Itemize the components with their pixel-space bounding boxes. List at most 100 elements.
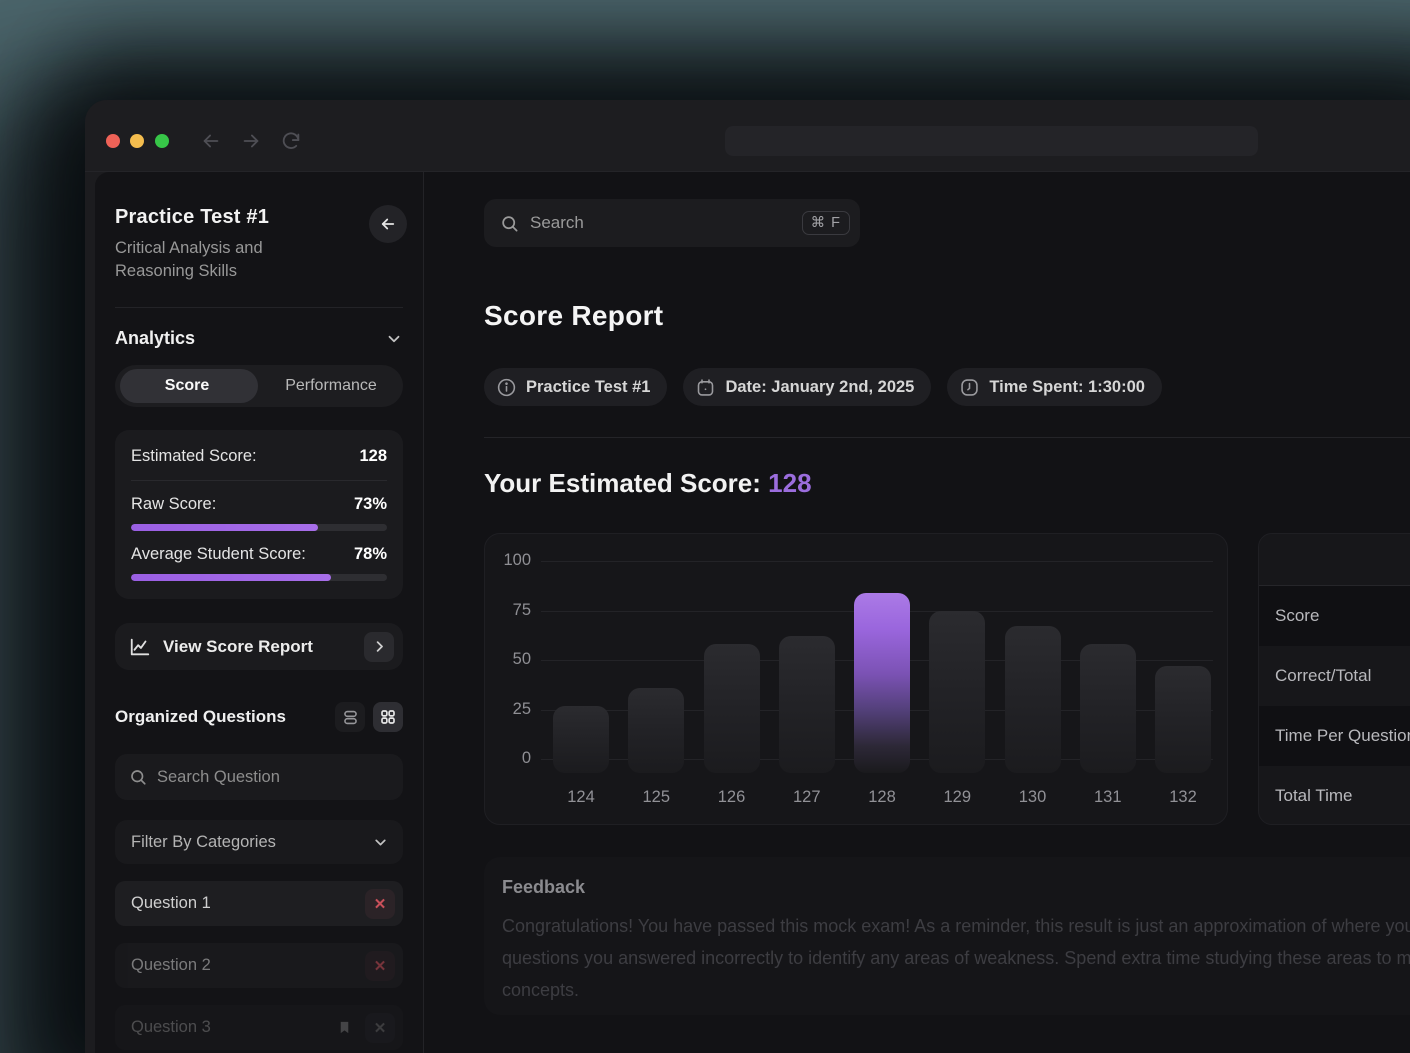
- sidebar-test-title: Practice Test #1: [115, 206, 403, 229]
- question-search-input[interactable]: [157, 768, 389, 787]
- arrow-left-icon: [379, 215, 397, 233]
- badge-label: Time Spent: 1:30:00: [989, 378, 1145, 397]
- card-divider: [131, 480, 387, 481]
- analytics-section-header[interactable]: Analytics: [115, 328, 403, 349]
- section-divider: [484, 437, 1410, 438]
- table-row[interactable]: Correct/Total: [1259, 646, 1410, 706]
- grid-view-button[interactable]: [373, 702, 403, 732]
- x-axis-tick-label: 126: [702, 788, 762, 807]
- maximize-window-button[interactable]: [155, 134, 169, 148]
- table-row[interactable]: Time Per Question: [1259, 706, 1410, 766]
- main-content: ⌘ F Score Report Practice Test #1 Date: …: [424, 172, 1410, 1053]
- x-axis-tick-label: 125: [626, 788, 686, 807]
- score-performance-toggle: Score Performance: [115, 365, 403, 407]
- y-axis-tick-label: 0: [485, 749, 531, 768]
- test-name-badge: Practice Test #1: [484, 368, 667, 406]
- feedback-body: Congratulations! You have passed this mo…: [502, 910, 1410, 1006]
- table-row[interactable]: Score: [1259, 586, 1410, 646]
- calendar-icon: [695, 377, 716, 398]
- raw-score-label: Raw Score:: [131, 495, 216, 514]
- feedback-line: questions you answered incorrectly to id…: [502, 942, 1410, 974]
- chevron-right-icon: [372, 639, 387, 654]
- browser-refresh-icon[interactable]: [280, 130, 302, 152]
- x-axis-tick-label: 127: [777, 788, 837, 807]
- incorrect-x-icon: ✕: [365, 951, 395, 981]
- grid-view-icon: [379, 708, 397, 726]
- question-label: Question 3: [131, 1018, 329, 1037]
- chart-bar-128[interactable]: [854, 593, 910, 773]
- toggle-option-performance[interactable]: Performance: [259, 365, 403, 407]
- browser-forward-icon[interactable]: [240, 130, 262, 152]
- question-search-box[interactable]: [115, 754, 403, 800]
- badge-label: Practice Test #1: [526, 378, 650, 397]
- sidebar-divider: [115, 307, 403, 308]
- time-spent-badge: Time Spent: 1:30:00: [947, 368, 1162, 406]
- x-axis-tick-label: 131: [1078, 788, 1138, 807]
- bookmark-glyph: [337, 1020, 352, 1035]
- table-row-label: Correct/Total: [1275, 666, 1371, 686]
- estimated-score-heading: Your Estimated Score: 128: [484, 468, 812, 499]
- global-search-input[interactable]: [530, 213, 802, 233]
- bookmark-icon[interactable]: [329, 1013, 359, 1043]
- chart-bar-125[interactable]: [628, 688, 684, 773]
- info-icon: [496, 377, 517, 398]
- minimize-window-button[interactable]: [130, 134, 144, 148]
- y-axis-tick-label: 25: [485, 700, 531, 719]
- chart-bar-131[interactable]: [1080, 644, 1136, 773]
- clock-icon: [959, 377, 980, 398]
- y-axis-tick-label: 100: [485, 551, 531, 570]
- feedback-line: Congratulations! You have passed this mo…: [502, 910, 1410, 942]
- line-chart-icon: [129, 636, 151, 658]
- chart-bar-132[interactable]: [1155, 666, 1211, 773]
- avg-score-progress-fill: [131, 574, 331, 581]
- filter-label: Filter By Categories: [131, 833, 276, 852]
- sidebar: Practice Test #1 Critical Analysis and R…: [95, 172, 424, 1053]
- chevron-down-icon: [385, 330, 403, 348]
- question-row-1[interactable]: Question 1 ✕: [115, 881, 403, 926]
- report-meta-badges: Practice Test #1 Date: January 2nd, 2025…: [484, 368, 1162, 406]
- table-row[interactable]: Total Time: [1259, 766, 1410, 825]
- table-row-label: Total Time: [1275, 786, 1352, 806]
- toggle-option-score[interactable]: Score: [115, 365, 259, 407]
- table-header-row: [1259, 534, 1410, 586]
- badge-label: Date: January 2nd, 2025: [725, 378, 914, 397]
- search-shortcut-badge: ⌘ F: [802, 211, 850, 235]
- feedback-section: Feedback Congratulations! You have passe…: [484, 857, 1410, 1015]
- chevron-right-button[interactable]: [364, 632, 394, 662]
- raw-score-value: 73%: [354, 495, 387, 514]
- feedback-line: concepts.: [502, 974, 1410, 1006]
- raw-score-progress-track: [131, 524, 387, 531]
- search-icon: [129, 768, 147, 786]
- chart-bar-126[interactable]: [704, 644, 760, 773]
- question-row-3[interactable]: Question 3 ✕: [115, 1005, 403, 1050]
- list-view-button[interactable]: [335, 702, 365, 732]
- collapse-sidebar-button[interactable]: [369, 205, 407, 243]
- estimated-score-value: 128: [359, 447, 387, 466]
- close-window-button[interactable]: [106, 134, 120, 148]
- app-window: Practice Test #1 Critical Analysis and R…: [85, 100, 1410, 1053]
- question-row-2[interactable]: Question 2 ✕: [115, 943, 403, 988]
- score-summary-card: Estimated Score: 128 Raw Score: 73% Aver…: [115, 430, 403, 599]
- y-axis-tick-label: 50: [485, 650, 531, 669]
- question-label: Question 1: [131, 894, 365, 913]
- table-row-label: Time Per Question: [1275, 726, 1410, 746]
- chart-gridline: [541, 561, 1213, 562]
- global-search-box[interactable]: ⌘ F: [484, 199, 860, 247]
- titlebar: [85, 100, 1410, 172]
- chart-bar-129[interactable]: [929, 611, 985, 774]
- view-score-report-button[interactable]: View Score Report: [115, 623, 403, 670]
- estimated-score-heading-text: Your Estimated Score:: [484, 468, 761, 498]
- date-badge: Date: January 2nd, 2025: [683, 368, 931, 406]
- browser-back-icon[interactable]: [200, 130, 222, 152]
- chevron-down-icon: [372, 834, 389, 851]
- chart-bar-130[interactable]: [1005, 626, 1061, 773]
- filter-by-categories-dropdown[interactable]: Filter By Categories: [115, 820, 403, 864]
- chart-bar-124[interactable]: [553, 706, 609, 773]
- x-axis-tick-label: 130: [1003, 788, 1063, 807]
- url-bar[interactable]: [725, 126, 1258, 156]
- organized-questions-label: Organized Questions: [115, 707, 335, 727]
- avg-score-value: 78%: [354, 545, 387, 564]
- chart-bar-127[interactable]: [779, 636, 835, 773]
- raw-score-progress-fill: [131, 524, 318, 531]
- organized-questions-header: Organized Questions: [115, 702, 403, 732]
